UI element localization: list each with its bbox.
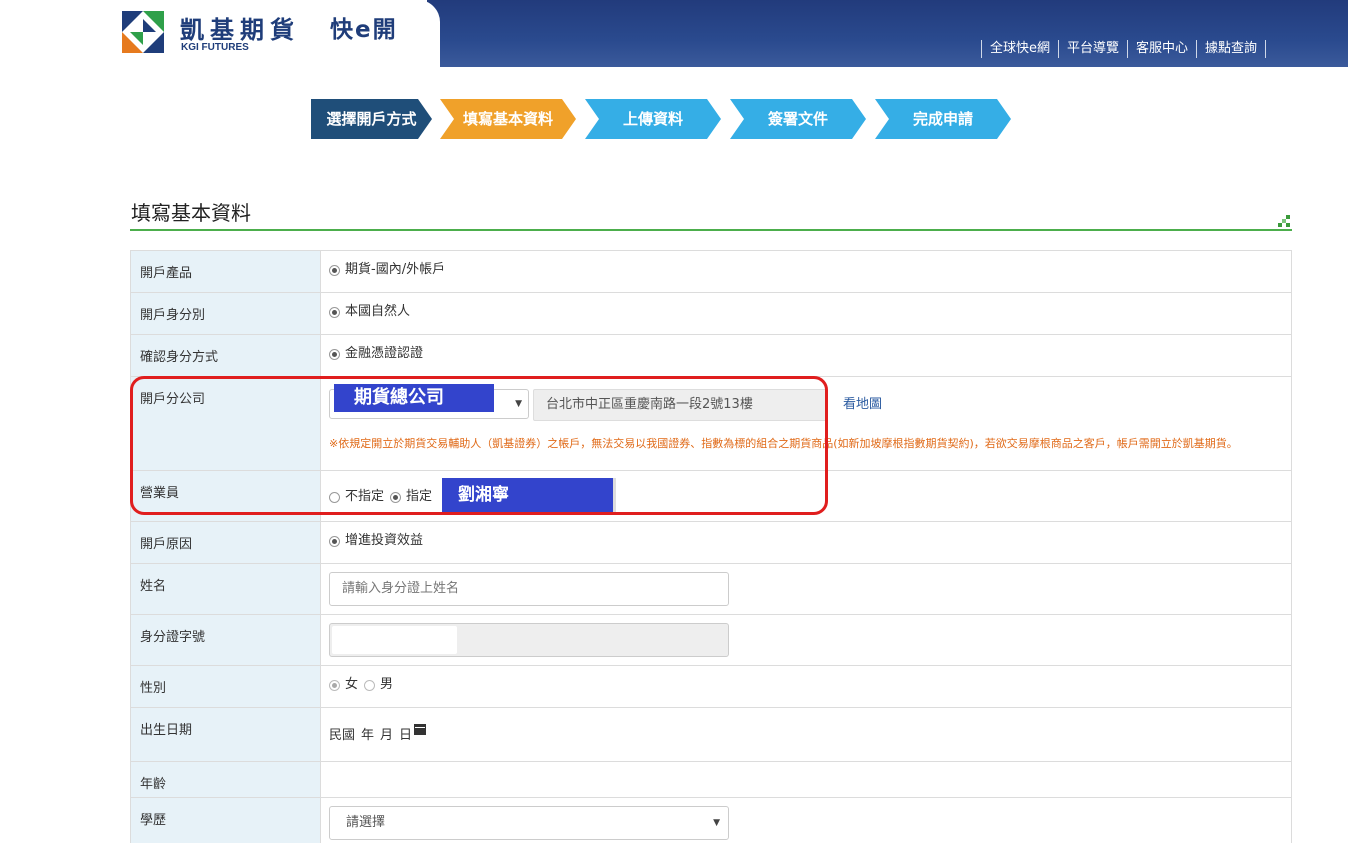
step-complete: 完成申請 bbox=[875, 99, 1011, 139]
birth-roc: 民國 bbox=[329, 728, 356, 743]
id-number-input bbox=[329, 623, 729, 657]
label-branch: 開戶分公司 bbox=[131, 377, 321, 470]
label-verify: 確認身分方式 bbox=[131, 335, 321, 376]
row-education: 學歷 請選擇 ▼ bbox=[131, 798, 1291, 843]
chevron-down-icon: ▼ bbox=[713, 818, 720, 828]
row-age: 年齡 bbox=[131, 762, 1291, 798]
birth-year: 年 bbox=[361, 728, 375, 743]
row-identity: 開戶身分別 本國自然人 bbox=[131, 293, 1291, 335]
birth-day: 日 bbox=[399, 728, 413, 743]
step-sign: 簽署文件 bbox=[730, 99, 866, 139]
nav-global[interactable]: 全球快e網 bbox=[981, 40, 1058, 58]
nav-service-center[interactable]: 客服中心 bbox=[1127, 40, 1196, 58]
branch-selected-value: 期貨總公司 bbox=[334, 384, 494, 412]
calendar-icon[interactable] bbox=[414, 724, 427, 735]
step-fill-info: 填寫基本資料 bbox=[440, 99, 576, 139]
section-title: 填寫基本資料 bbox=[131, 201, 251, 225]
radio-identity[interactable]: 本國自然人 bbox=[329, 303, 410, 321]
label-id-no: 身分證字號 bbox=[131, 615, 321, 665]
branch-select[interactable]: 期貨總公司 ▼ bbox=[329, 384, 529, 419]
step-choose-method: 選擇開戶方式 bbox=[311, 99, 432, 139]
label-identity: 開戶身分別 bbox=[131, 293, 321, 334]
radio-icon bbox=[329, 535, 340, 547]
quick-open-title: 快e開 bbox=[330, 17, 398, 43]
radio-verify[interactable]: 金融憑證認證 bbox=[329, 345, 423, 363]
radio-label: 本國自然人 bbox=[345, 304, 411, 319]
radio-reason[interactable]: 增進投資效益 bbox=[329, 532, 423, 550]
radio-icon bbox=[329, 491, 340, 503]
row-birth: 出生日期 民國 年 月 日 bbox=[131, 708, 1291, 762]
label-agent: 營業員 bbox=[131, 471, 321, 521]
row-reason: 開戶原因 增進投資效益 bbox=[131, 522, 1291, 564]
agent-name-input[interactable]: 劉湘寧 bbox=[442, 478, 617, 512]
brand-name: 凱基期貨 bbox=[180, 16, 300, 44]
radio-male[interactable]: 男 bbox=[364, 676, 393, 694]
row-verify: 確認身分方式 金融憑證認證 bbox=[131, 335, 1291, 377]
birth-month: 月 bbox=[380, 728, 394, 743]
label-age: 年齡 bbox=[131, 762, 321, 797]
row-agent: 營業員 不指定 指定 劉湘寧 bbox=[131, 471, 1291, 522]
row-id-no: 身分證字號 bbox=[131, 615, 1291, 666]
id-mask bbox=[332, 626, 457, 654]
step-upload: 上傳資料 bbox=[585, 99, 721, 139]
label-education: 學歷 bbox=[131, 798, 321, 843]
radio-label: 女 bbox=[345, 677, 359, 692]
top-nav: 全球快e網 平台導覽 客服中心 據點查詢 bbox=[981, 40, 1267, 58]
radio-label: 不指定 bbox=[345, 489, 385, 504]
section-grid-icon bbox=[1278, 215, 1290, 227]
brand-name-en: KGI FUTURES bbox=[181, 42, 249, 53]
education-selected: 請選擇 bbox=[346, 815, 386, 830]
row-gender: 性別 女 男 bbox=[131, 666, 1291, 708]
label-reason: 開戶原因 bbox=[131, 522, 321, 563]
basic-info-form: 開戶產品 期貨-國內/外帳戶 開戶身分別 本國自然人 確認身分方式 金融憑證認證… bbox=[130, 250, 1292, 843]
row-branch: 開戶分公司 期貨總公司 ▼ 台北市中正區重慶南路一段2號13樓 看地圖 ※依規定… bbox=[131, 377, 1291, 471]
kgi-logo-icon bbox=[122, 11, 164, 53]
label-product: 開戶產品 bbox=[131, 251, 321, 292]
radio-icon bbox=[329, 679, 340, 691]
nav-platform-guide[interactable]: 平台導覽 bbox=[1058, 40, 1127, 58]
radio-agent-none[interactable]: 不指定 bbox=[329, 488, 384, 506]
radio-product[interactable]: 期貨-國內/外帳戶 bbox=[329, 261, 445, 279]
header-curve bbox=[400, 0, 440, 67]
radio-agent-assign[interactable]: 指定 bbox=[390, 488, 432, 506]
radio-icon bbox=[329, 306, 340, 318]
radio-icon bbox=[329, 264, 340, 276]
label-gender: 性別 bbox=[131, 666, 321, 707]
label-birth: 出生日期 bbox=[131, 708, 321, 761]
radio-icon bbox=[364, 679, 376, 691]
branch-note: ※依規定開立於期貨交易輔助人（凱基證券）之帳戶，無法交易以我國證券、指數為標的組… bbox=[329, 437, 1238, 450]
radio-label: 金融憑證認證 bbox=[345, 346, 424, 361]
section-divider bbox=[130, 229, 1292, 231]
education-select[interactable]: 請選擇 ▼ bbox=[329, 806, 729, 840]
radio-icon bbox=[390, 491, 402, 503]
radio-label: 增進投資效益 bbox=[345, 533, 424, 548]
radio-label: 期貨-國內/外帳戶 bbox=[345, 262, 446, 277]
radio-female[interactable]: 女 bbox=[329, 676, 358, 694]
radio-label: 指定 bbox=[406, 489, 433, 504]
branch-address: 台北市中正區重慶南路一段2號13樓 bbox=[533, 389, 827, 421]
radio-label: 男 bbox=[380, 677, 394, 692]
nav-locations[interactable]: 據點查詢 bbox=[1196, 40, 1267, 58]
row-name: 姓名 請輸入身分證上姓名 bbox=[131, 564, 1291, 615]
label-name: 姓名 bbox=[131, 564, 321, 614]
name-input[interactable]: 請輸入身分證上姓名 bbox=[329, 572, 729, 606]
view-map-link[interactable]: 看地圖 bbox=[843, 389, 882, 421]
chevron-down-icon: ▼ bbox=[515, 399, 522, 409]
row-product: 開戶產品 期貨-國內/外帳戶 bbox=[131, 251, 1291, 293]
radio-icon bbox=[329, 348, 340, 360]
